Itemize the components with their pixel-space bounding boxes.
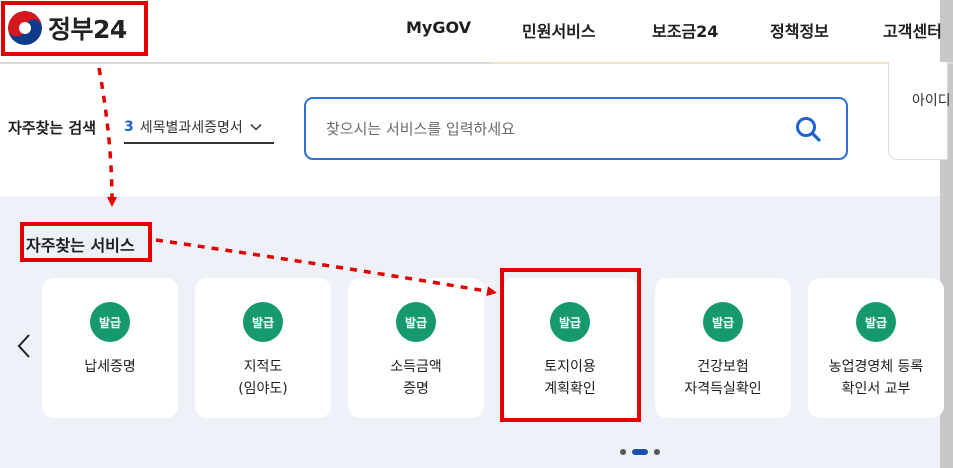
fav-search-term: 세목별과세증명서 (139, 120, 243, 136)
card-label-line2: (임야도) (238, 381, 288, 397)
nav-subsidy24[interactable]: 보조금24 (652, 18, 718, 42)
fav-search-label: 자주찾는 검색 (8, 119, 97, 137)
annotation-box-land-use-card (500, 268, 641, 422)
service-card-label: 소득금액 증명 (390, 356, 442, 400)
service-card-farm-business[interactable]: 발급 농업경영체 등록 확인서 교부 (808, 278, 944, 418)
chevron-left-icon[interactable] (14, 332, 34, 360)
service-card-label: 납세증명 (84, 356, 136, 378)
issue-badge: 발급 (856, 302, 896, 342)
issue-badge: 발급 (90, 302, 130, 342)
service-card-tax-payment[interactable]: 발급 납세증명 (42, 278, 178, 418)
carousel-pagination (620, 449, 660, 455)
login-card (888, 62, 948, 160)
nav-civil-service[interactable]: 민원서비스 (522, 18, 596, 42)
carousel-dot-active[interactable] (632, 449, 648, 455)
chevron-down-icon (250, 123, 262, 131)
card-label-line1: 납세증명 (84, 359, 136, 375)
service-card-label: 지적도 (임야도) (238, 356, 288, 400)
card-label-line1: 지적도 (243, 359, 283, 375)
card-label-line1: 건강보험 (697, 359, 749, 375)
search-input[interactable] (326, 108, 794, 149)
carousel-dot[interactable] (654, 449, 660, 455)
service-card-label: 농업경영체 등록 확인서 교부 (829, 356, 924, 400)
service-card-health-insurance[interactable]: 발급 건강보험 자격득실확인 (655, 278, 791, 418)
issue-badge: 발급 (703, 302, 743, 342)
service-card-cadastral-map[interactable]: 발급 지적도 (임야도) (195, 278, 331, 418)
service-card-income-certificate[interactable]: 발급 소득금액 증명 (348, 278, 484, 418)
nav-policy-info[interactable]: 정책정보 (770, 18, 829, 42)
nav-mygov[interactable]: MyGOV (406, 18, 471, 37)
service-card-label: 건강보험 자격득실확인 (684, 356, 761, 400)
search-box (304, 97, 848, 160)
services-bottom (0, 452, 940, 468)
fav-search-rank: 3 (124, 119, 134, 135)
annotation-box-services-title (20, 222, 152, 262)
annotation-box-logo (1, 1, 148, 56)
card-label-line2: 자격득실확인 (684, 381, 762, 397)
carousel-dot[interactable] (620, 449, 626, 455)
card-label-line1: 농업경영체 등록 (828, 359, 924, 375)
fav-search-dropdown[interactable]: 3 세목별과세증명서 (124, 112, 274, 144)
login-id-label[interactable]: 아이디 (912, 90, 951, 110)
card-label-line2: 확인서 교부 (841, 381, 911, 397)
card-label-line2: 증명 (403, 381, 429, 397)
nav-customer-center[interactable]: 고객센터 (883, 18, 942, 42)
card-label-line1: 소득금액 (390, 359, 442, 375)
issue-badge: 발급 (243, 302, 283, 342)
issue-badge: 발급 (396, 302, 436, 342)
search-icon[interactable] (794, 115, 822, 143)
